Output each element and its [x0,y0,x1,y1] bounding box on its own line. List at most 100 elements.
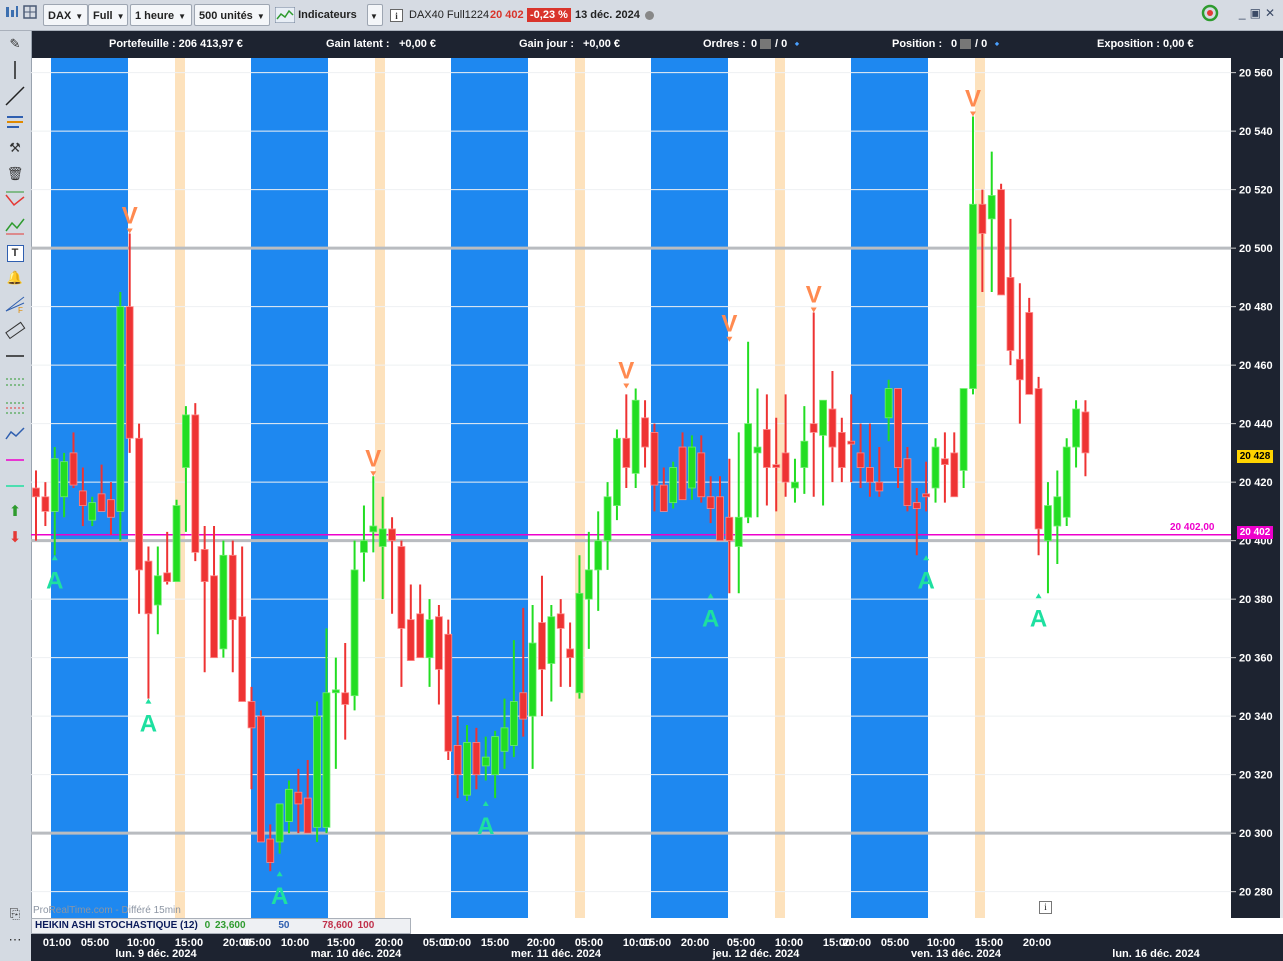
orders-count: 0 [751,38,758,50]
price-tick-label: 20 340 [1239,711,1273,723]
pencil-icon[interactable]: ✎ [4,33,26,55]
bull-candle [509,701,518,746]
position-link-icon[interactable]: ⬩ [995,38,999,51]
pattern-icon[interactable] [4,371,26,393]
buy-signal-label: A [140,711,157,738]
chevron-down-icon: ▼ [178,12,187,21]
indicators-dropdown[interactable]: ▼ [367,4,383,26]
bear-candle [341,692,350,705]
ruler-icon[interactable] [4,319,26,341]
time-tick-label: 10:00 [280,937,310,949]
grid-lines-icon[interactable] [4,397,26,419]
chevron-down-icon: ▼ [116,12,125,21]
time-tick-label: 15:00 [480,937,510,949]
bull-candle [819,399,827,436]
bull-candle [575,592,584,694]
tools-icon[interactable]: ⚒ [4,137,26,159]
bear-candle [678,446,687,501]
bear-candle [97,493,106,512]
info-icon[interactable]: i [390,4,403,26]
chevron-down-icon: ▼ [370,12,378,21]
position-label: Position : [892,38,943,50]
sell-arrow-icon[interactable]: ⬇ [4,527,26,549]
horizontal-line-icon[interactable] [4,345,26,367]
chevron-down-icon: ▼ [75,12,84,21]
trash-icon[interactable]: 🗑 [4,163,26,185]
cancel-orders-icon[interactable] [760,39,771,49]
screenshot-icon[interactable]: ⎘ [4,903,26,925]
bear-candle [903,458,912,506]
curve-icon[interactable] [4,423,26,445]
price-chart[interactable]: V V V V V V A A A A A A A 20 280 20 300 20 320 20 340 20… [31,58,1280,918]
bull-candle [350,569,359,697]
vertical-line-icon[interactable] [4,59,26,81]
indicator-level-3: 78,600 [322,920,353,931]
bear-candle [256,715,265,843]
bear-candle [303,797,312,834]
window-menu-icon[interactable] [4,4,20,26]
price-tick-label: 20 540 [1239,126,1273,138]
pink-line-icon[interactable] [4,449,26,471]
us-open-band [175,58,185,918]
channel-icon[interactable] [4,189,26,211]
indicators-button[interactable]: Indicateurs [274,4,357,26]
bear-candle [856,452,865,468]
more-options-icon[interactable]: ⋯ [4,929,26,951]
bear-candle [781,452,790,483]
bear-candle [650,432,659,486]
bear-candle [453,745,462,776]
window-controls[interactable]: _▣✕ [1239,6,1279,20]
bull-candle [669,467,678,504]
refresh-icon[interactable] [1200,4,1220,26]
buy-signal-label: A [702,605,719,632]
price-tick-label: 20 380 [1239,594,1273,606]
close-icon[interactable]: ✕ [1265,6,1279,20]
bull-candle [360,540,368,553]
sell-signal-label: V [122,203,138,230]
bear-candle [950,452,959,498]
cyan-line-icon[interactable] [4,475,26,497]
restore-icon[interactable]: ▣ [1250,6,1265,20]
text-tool-icon[interactable]: T [4,241,26,263]
info-icon[interactable]: i [1039,901,1052,914]
trend-line-icon[interactable] [4,85,26,107]
bull-candle [369,525,378,533]
sell-signal-label: V [618,358,634,385]
period-select[interactable]: 1 heure ▼ [130,4,192,26]
bear-candle [538,622,546,670]
bull-candle [425,619,434,659]
fibonacci-fan-icon[interactable]: F [4,293,26,315]
date-tick-label: mer. 11 déc. 2024 [511,948,601,960]
indicator-level-4: 100 [357,920,375,931]
indicator-legend[interactable]: HEIKIN ASHI STOCHASTIQUE (12) 0 23,600 5… [31,918,411,934]
units-label: 500 unités [199,10,253,22]
us-open-band [975,58,985,918]
bear-candle [406,619,415,661]
bear-candle [1034,388,1043,530]
bull-candle [613,437,621,506]
alert-bell-icon[interactable]: 🔔 [4,267,26,289]
close-position-icon[interactable] [960,39,971,49]
bear-candle [997,189,1006,296]
fibonacci-icon[interactable] [4,111,26,133]
symbol-select[interactable]: DAX ▼ [43,4,88,26]
exposure-value: Exposition : 0,00 € [1097,38,1194,50]
bull-candle [884,388,893,419]
bear-candle [894,388,902,468]
bull-candle [791,481,799,489]
orders-link-icon[interactable]: ⬩ [795,38,799,51]
mode-select[interactable]: Full ▼ [88,4,128,26]
buy-arrow-icon[interactable]: ⬆ [4,501,26,523]
minimize-icon[interactable]: _ [1239,6,1250,20]
bull-candle [378,528,387,547]
bull-candle [491,736,500,776]
bull-candle [463,742,471,796]
bull-candle [1044,505,1052,542]
bull-candle [1072,408,1080,448]
price-tick-label: 20 440 [1239,419,1273,431]
grid-icon[interactable] [22,4,38,26]
units-select[interactable]: 500 unités ▼ [194,4,270,26]
bull-candle [313,715,322,828]
bear-candle [1081,411,1090,454]
zigzag-icon[interactable] [4,215,26,237]
